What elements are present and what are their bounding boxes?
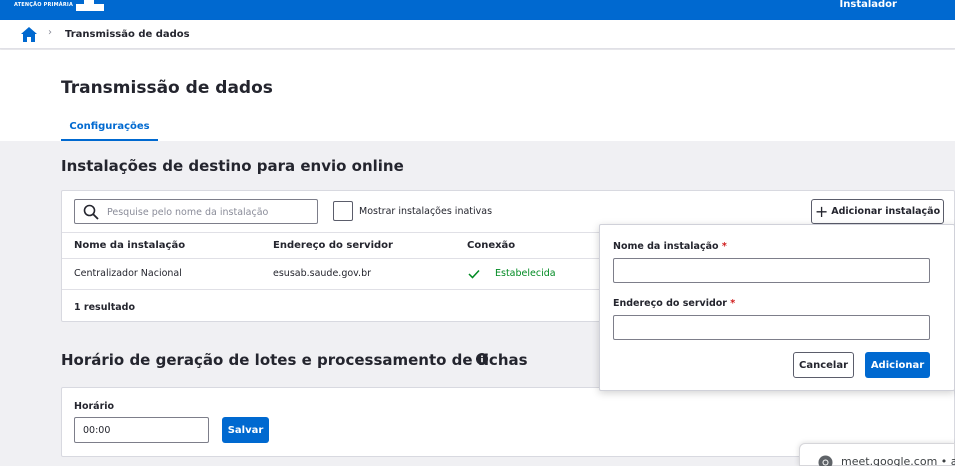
info-icon[interactable]: [476, 353, 488, 365]
add-installation-label: Adicionar instalação: [831, 206, 941, 217]
search-icon: [83, 204, 99, 220]
add-installation-button[interactable]: + Adicionar instalação: [811, 199, 944, 224]
add-button[interactable]: Adicionar: [865, 352, 930, 378]
plus-icon: +: [814, 201, 829, 221]
installation-name-input[interactable]: [613, 258, 930, 283]
top-bar: ATENÇÃO PRIMÁRIA Instalador: [0, 0, 955, 20]
cell-installation-name: Centralizador Nacional: [74, 268, 182, 279]
cell-server-address: esusab.saude.gov.br: [273, 268, 372, 279]
time-field-label: Horário: [74, 401, 115, 412]
browser-popup-text: meet.google.com • a: [841, 455, 955, 466]
user-role[interactable]: Instalador: [840, 0, 897, 10]
chrome-icon: [818, 455, 833, 466]
show-inactive-checkbox[interactable]: [333, 201, 353, 221]
column-header-connection[interactable]: Conexão: [467, 240, 515, 251]
breadcrumb-current: Transmissão de dados: [65, 29, 190, 40]
required-marker: *: [721, 241, 727, 252]
page-header: Transmissão de dados Configurações: [0, 50, 955, 141]
logo-cross-icon: [76, 0, 104, 11]
page-title: Transmissão de dados: [61, 78, 273, 98]
installation-name-label: Nome da instalação *: [613, 241, 727, 252]
installations-section-title: Instalações de destino para envio online: [61, 157, 404, 175]
logo-text: ATENÇÃO PRIMÁRIA: [14, 2, 74, 8]
save-button[interactable]: Salvar: [222, 417, 269, 443]
breadcrumb-separator-icon: ›: [48, 27, 52, 38]
result-count: 1 resultado: [74, 302, 135, 313]
column-header-name[interactable]: Nome da instalação: [74, 240, 185, 251]
time-input[interactable]: [74, 417, 209, 443]
search-input[interactable]: [107, 203, 312, 221]
schedule-section-title: Horário de geração de lotes e processame…: [61, 351, 528, 369]
required-marker: *: [730, 298, 736, 309]
server-address-label-text: Endereço do servidor: [613, 298, 727, 309]
show-inactive-label[interactable]: Mostrar instalações inativas: [359, 206, 492, 217]
cell-connection-status: Estabelecida: [495, 268, 556, 279]
server-address-input[interactable]: [613, 315, 930, 340]
home-icon[interactable]: [21, 27, 37, 42]
browser-share-popup[interactable]: meet.google.com • a: [799, 443, 955, 466]
cancel-button[interactable]: Cancelar: [793, 352, 854, 378]
server-address-label: Endereço do servidor *: [613, 298, 735, 309]
column-header-server[interactable]: Endereço do servidor: [273, 240, 393, 251]
breadcrumb: › Transmissão de dados: [0, 20, 955, 49]
search-box: [74, 199, 318, 224]
add-installation-popover: Nome da instalação * Endereço do servido…: [599, 224, 955, 391]
tab-configuracoes[interactable]: Configurações: [61, 118, 158, 141]
installation-name-label-text: Nome da instalação: [613, 241, 719, 252]
check-icon: [468, 269, 480, 279]
